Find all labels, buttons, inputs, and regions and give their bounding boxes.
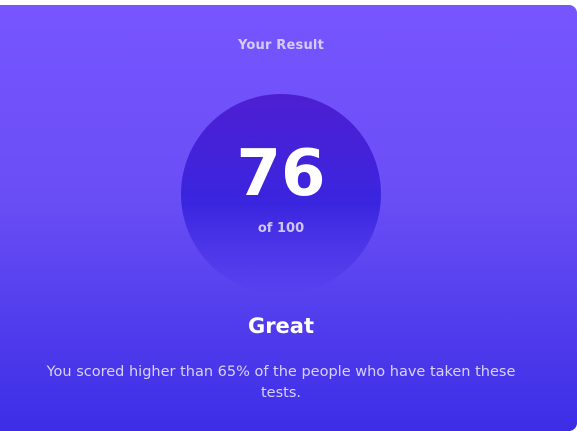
grade-title: Great xyxy=(247,314,315,338)
score-value: 76 xyxy=(236,137,326,211)
result-card: Your Result 76 of 100 Great You scored h… xyxy=(0,5,577,431)
score-max-label: of 100 xyxy=(257,221,305,236)
score-circle: 76 of 100 xyxy=(181,94,381,294)
summary-text: You scored higher than 65% of the people… xyxy=(46,364,516,401)
result-heading: Your Result xyxy=(237,38,325,53)
